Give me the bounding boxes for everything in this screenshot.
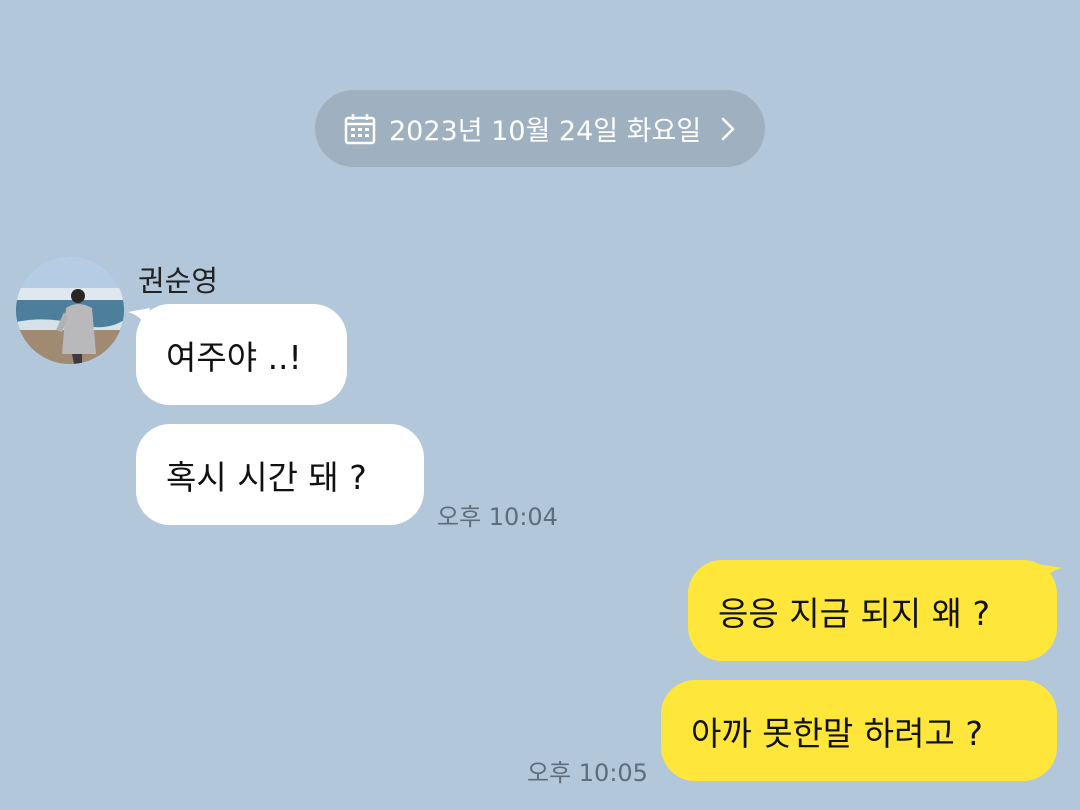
message-text: 아까 못한말 하려고 ? bbox=[691, 713, 983, 753]
message-time: 오후 10:05 bbox=[527, 759, 648, 787]
message-text: 응응 지금 되지 왜 ? bbox=[718, 593, 990, 633]
message-bubble-incoming[interactable]: 여주야 ..! bbox=[136, 304, 347, 405]
profile-photo-icon bbox=[16, 256, 124, 364]
date-divider[interactable]: 2023년 10월 24일 화요일 bbox=[315, 90, 765, 167]
chevron-right-icon bbox=[721, 117, 735, 140]
sender-name: 권순영 bbox=[138, 264, 219, 298]
date-text: 2023년 10월 24일 화요일 bbox=[389, 116, 702, 147]
message-bubble-outgoing[interactable]: 아까 못한말 하려고 ? bbox=[661, 680, 1057, 781]
message-text: 혹시 시간 돼 ? bbox=[166, 457, 367, 497]
message-text: 여주야 ..! bbox=[166, 337, 302, 377]
calendar-icon bbox=[344, 113, 376, 144]
avatar[interactable] bbox=[16, 256, 124, 364]
message-bubble-incoming[interactable]: 혹시 시간 돼 ? bbox=[136, 424, 424, 525]
message-time: 오후 10:04 bbox=[437, 503, 558, 531]
message-bubble-outgoing[interactable]: 응응 지금 되지 왜 ? bbox=[688, 560, 1057, 661]
